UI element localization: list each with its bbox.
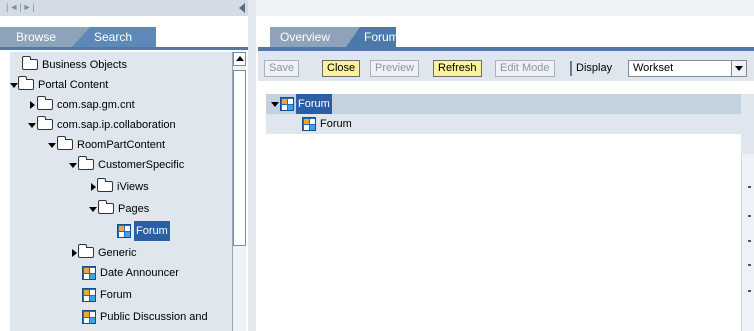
preview-button[interactable]: Preview [370, 60, 420, 77]
property-marker [748, 186, 751, 188]
scrollbar-thumb[interactable] [233, 70, 246, 246]
collapse-panel-icon[interactable] [239, 3, 245, 13]
folder-icon [22, 56, 38, 70]
display-label: Display [576, 62, 613, 74]
tree-item-label: com.sap.ip.collaboration [57, 119, 176, 131]
folder-icon [37, 96, 53, 110]
tree-item-customerspecific[interactable]: CustomerSpecific [10, 155, 232, 175]
tab-search-label: Search [94, 30, 133, 44]
tree-item-label: CustomerSpecific [98, 159, 185, 171]
left-panel-border [0, 47, 248, 50]
navigation-header [0, 0, 248, 16]
tab-browse-label: Browse [16, 30, 57, 44]
tree-item-label: Business Objects [42, 59, 127, 71]
tree-item-label: Forum [134, 221, 170, 241]
toolbar-separator [570, 61, 572, 76]
tree-item-label: Forum [100, 289, 132, 301]
tree-item-iviews[interactable]: iViews [10, 177, 232, 197]
display-select[interactable]: Workset [628, 60, 747, 77]
iview-icon [82, 310, 96, 324]
iview-icon [82, 288, 96, 302]
content-tree-label: Forum [320, 118, 352, 130]
expand-arrow-icon[interactable] [10, 83, 18, 88]
tree-item-label: RoomPartContent [77, 139, 166, 151]
content-tree-label: Forum [296, 94, 332, 114]
tab-overview-label: Overview [280, 30, 331, 44]
display-select-value: Workset [633, 62, 674, 74]
tree-item-label: Public Discussion and [100, 311, 208, 323]
tree-item-forum-page[interactable]: Forum [10, 221, 232, 241]
expand-arrow-icon[interactable] [48, 143, 56, 148]
iview-icon [82, 266, 96, 280]
expand-arrow-icon[interactable] [89, 207, 97, 212]
portal-catalog-tree: Business Objects Portal Content com.sap.… [10, 52, 232, 331]
folder-icon [98, 200, 114, 214]
property-marker [748, 264, 751, 266]
collapsed-arrow-icon[interactable] [30, 101, 35, 109]
tree-item-public-discussion[interactable]: Public Discussion and [10, 307, 232, 327]
page-icon [280, 97, 294, 111]
editor-toolbar: Save Close Preview Refresh Edit Mode Dis… [258, 51, 754, 81]
tree-item-portal-content[interactable]: Portal Content [10, 75, 232, 95]
expand-arrow-icon[interactable] [28, 123, 36, 128]
save-button[interactable]: Save [264, 60, 300, 77]
tab-forum-label: Forum [364, 30, 399, 44]
property-marker [748, 240, 751, 242]
tree-item-date-announcer[interactable]: Date Announcer [10, 263, 232, 283]
folder-icon [18, 76, 34, 90]
scroll-up-icon[interactable] [233, 52, 246, 66]
panel-splitter[interactable] [248, 0, 256, 331]
history-nav-arrows[interactable]: |◄|►| [6, 2, 36, 12]
tree-item-business-objects[interactable]: Business Objects [10, 55, 232, 75]
close-button[interactable]: Close [322, 60, 361, 77]
content-tree-row-child[interactable]: Forum [266, 114, 741, 134]
tree-item-label: com.sap.gm.cnt [57, 99, 135, 111]
property-marker [748, 290, 751, 292]
folder-icon [37, 116, 53, 130]
folder-icon [78, 244, 94, 258]
collapsed-arrow-icon[interactable] [91, 183, 96, 191]
tree-item-label: Pages [118, 203, 150, 215]
content-tree-row-root[interactable]: Forum [266, 94, 741, 114]
property-panel-header [741, 94, 754, 154]
page-icon [302, 117, 316, 131]
tree-item-label: Portal Content [38, 79, 109, 91]
folder-icon [78, 156, 94, 170]
tree-item-label: Date Announcer [100, 267, 179, 279]
tree-item-com-sap-gm-cnt[interactable]: com.sap.gm.cnt [10, 95, 232, 115]
tree-item-forum-iview[interactable]: Forum [10, 285, 232, 305]
tree-item-com-sap-ip-collaboration[interactable]: com.sap.ip.collaboration [10, 115, 232, 135]
edit-mode-button[interactable]: Edit Mode [495, 60, 555, 77]
tree-item-roompartcontent[interactable]: RoomPartContent [10, 135, 232, 155]
tree-item-pages[interactable]: Pages [10, 199, 232, 219]
property-marker [748, 215, 751, 217]
tree-item-label: iViews [117, 181, 149, 193]
expand-arrow-icon[interactable] [69, 163, 77, 168]
folder-icon [97, 178, 113, 192]
refresh-button[interactable]: Refresh [433, 60, 482, 77]
folder-icon [57, 136, 73, 150]
page-icon [117, 224, 131, 238]
chevron-down-icon[interactable] [731, 61, 746, 76]
expand-arrow-icon[interactable] [271, 102, 279, 107]
tree-scrollbar[interactable] [232, 52, 246, 331]
tree-item-generic[interactable]: Generic [10, 243, 232, 263]
tree-item-label: Generic [98, 247, 137, 259]
collapsed-arrow-icon[interactable] [72, 249, 77, 257]
left-tab-bar: Browse Search [0, 27, 248, 47]
